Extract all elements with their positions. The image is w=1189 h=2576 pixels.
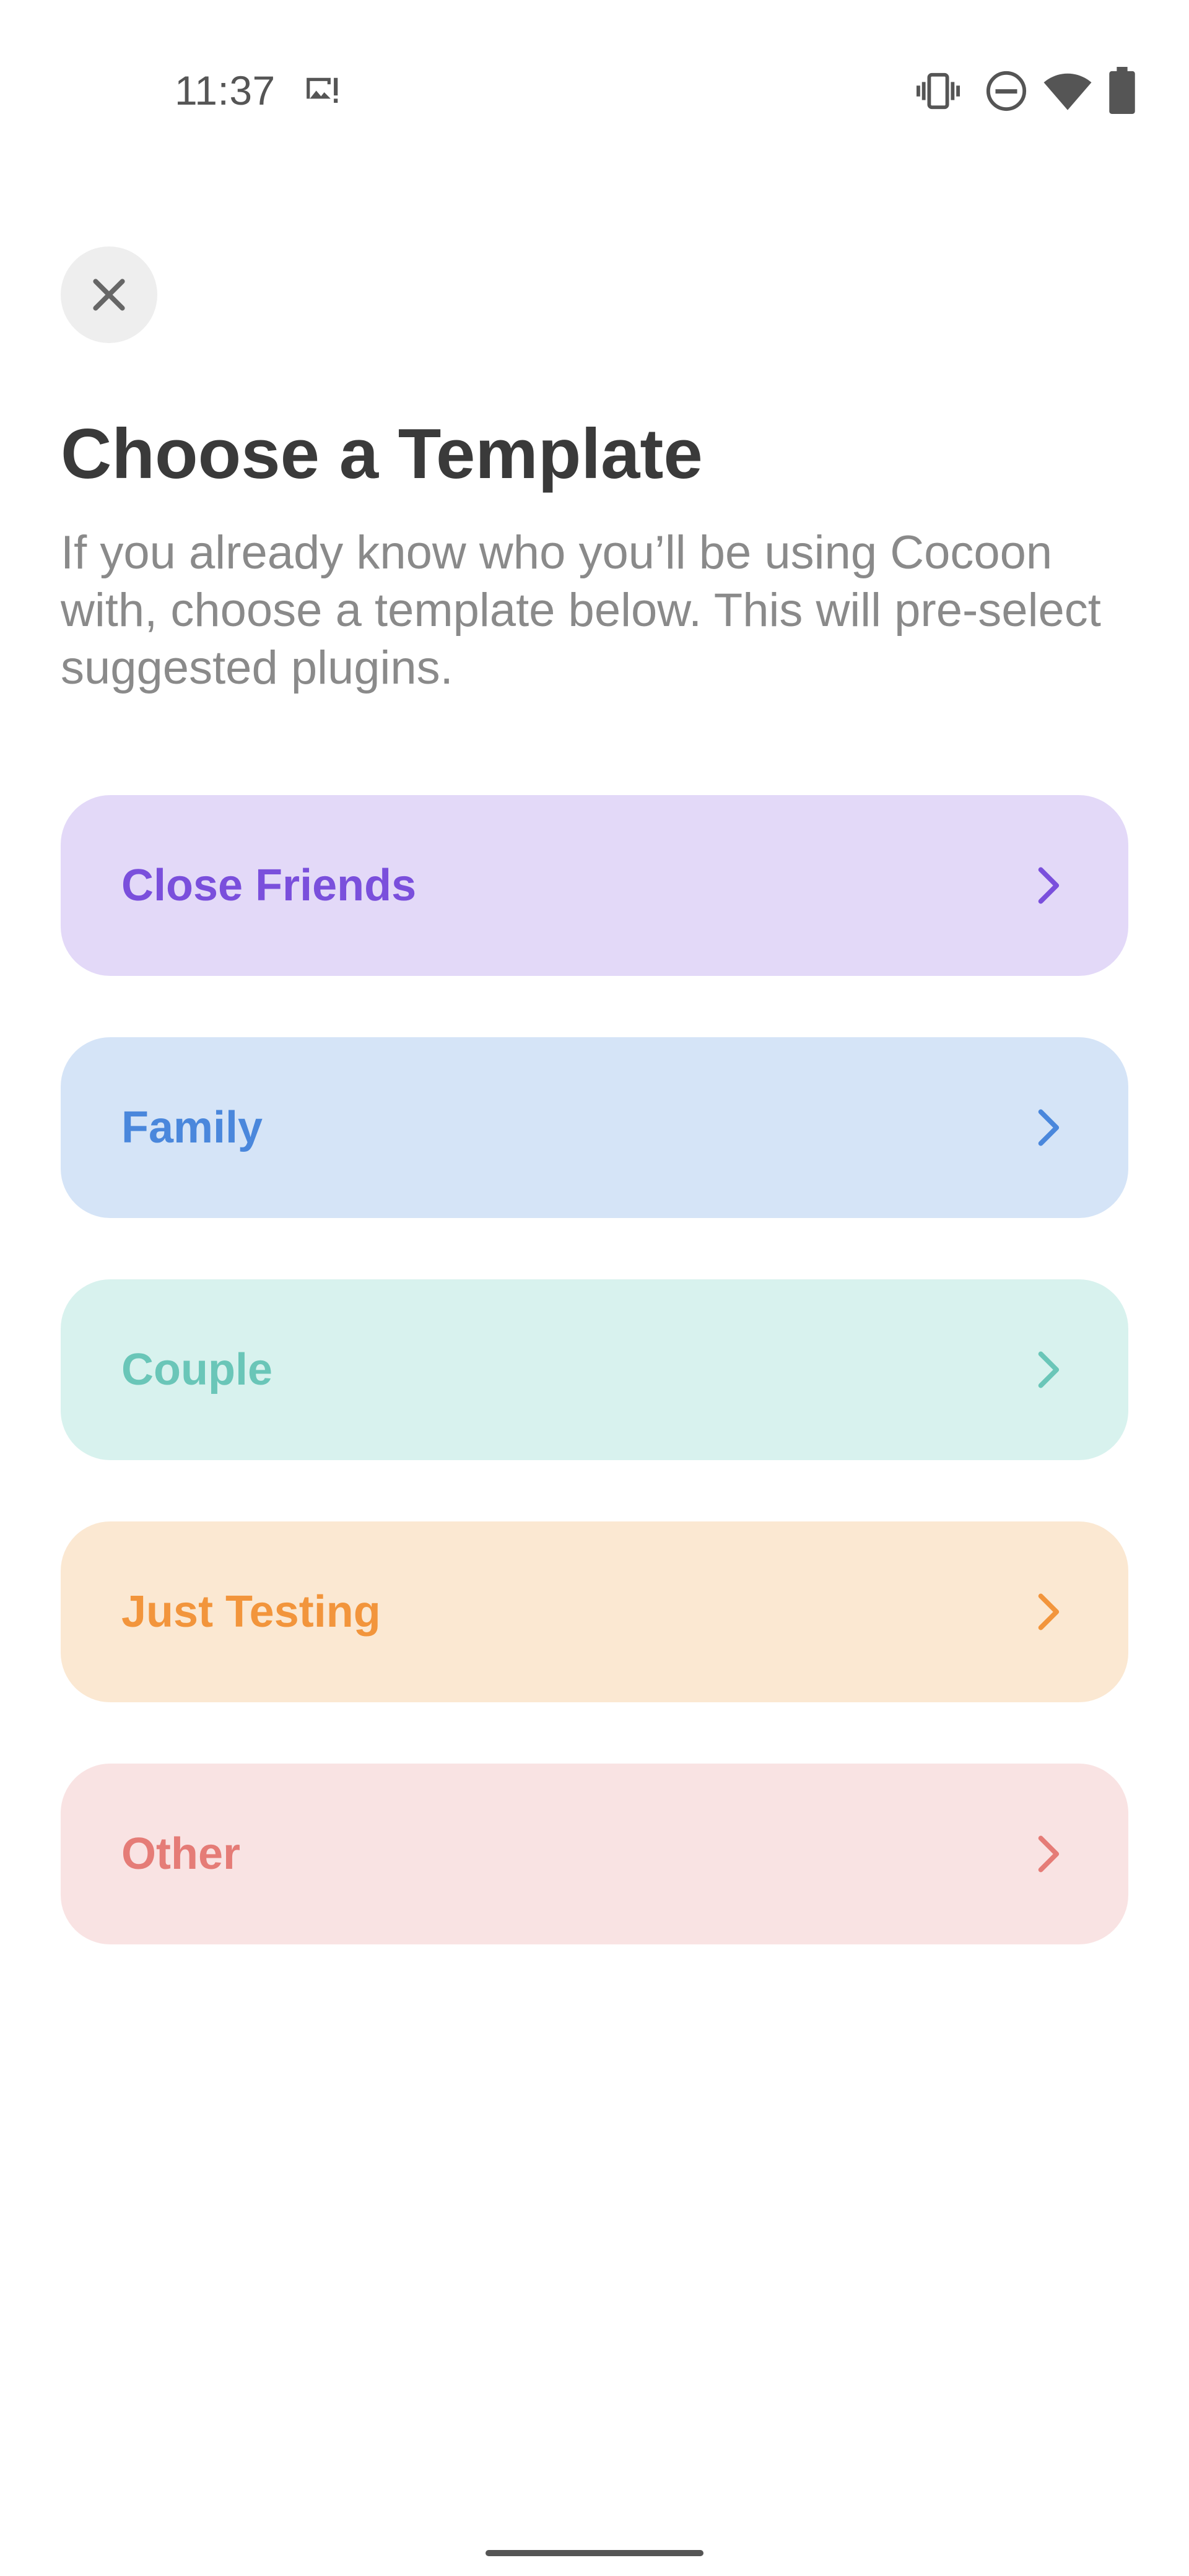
chevron-right-icon	[1038, 1109, 1060, 1146]
template-label: Just Testing	[121, 1587, 381, 1637]
template-label: Other	[121, 1829, 241, 1879]
image-alert-icon	[307, 77, 338, 103]
template-couple-button[interactable]: Couple	[61, 1279, 1128, 1460]
template-other-button[interactable]: Other	[61, 1764, 1128, 1944]
vibrate-icon	[917, 72, 960, 110]
template-just-testing-button[interactable]: Just Testing	[61, 1521, 1128, 1702]
template-label: Family	[121, 1103, 263, 1152]
do-not-disturb-icon	[986, 71, 1027, 111]
status-time: 11:37	[175, 67, 276, 113]
page-subtitle: If you already know who you’ll be using …	[61, 526, 1101, 694]
template-label: Couple	[121, 1345, 272, 1395]
battery-icon	[1109, 67, 1135, 114]
page-title: Choose a Template	[61, 415, 703, 494]
close-button[interactable]	[61, 246, 157, 343]
template-close-friends-button[interactable]: Close Friends	[61, 795, 1128, 976]
chevron-right-icon	[1038, 1835, 1060, 1873]
template-list: Close Friends Family Couple Just Testing…	[61, 795, 1128, 2006]
close-icon	[93, 279, 125, 311]
template-label: Close Friends	[121, 861, 417, 910]
chevron-right-icon	[1038, 1593, 1060, 1630]
template-family-button[interactable]: Family	[61, 1037, 1128, 1218]
status-bar: 11:37	[0, 0, 1189, 186]
home-indicator[interactable]	[486, 2550, 703, 2556]
wifi-icon	[1043, 73, 1092, 110]
chevron-right-icon	[1038, 1351, 1060, 1388]
chevron-right-icon	[1038, 867, 1060, 904]
